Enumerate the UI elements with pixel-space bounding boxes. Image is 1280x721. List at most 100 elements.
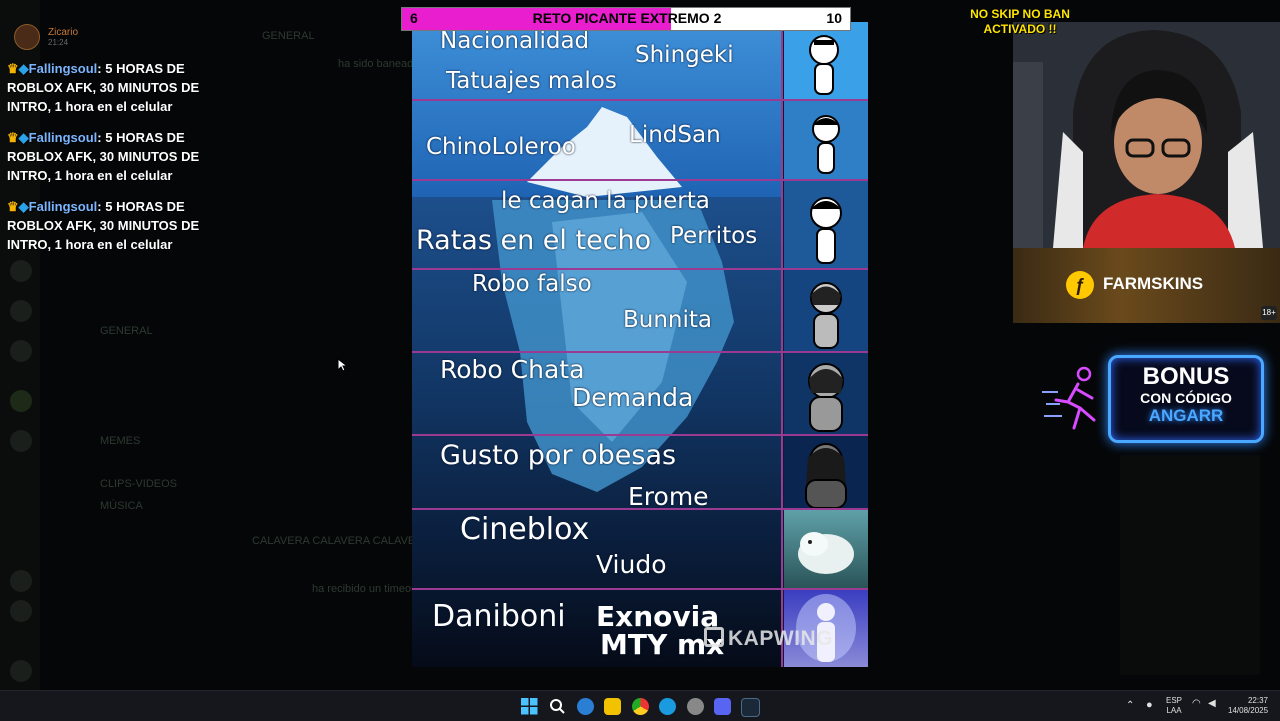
microphone-icon[interactable]: ● xyxy=(1146,700,1153,711)
tier-label: Shingeki xyxy=(635,42,734,68)
gem-icon: ◆ xyxy=(18,61,29,76)
server-icon[interactable] xyxy=(10,570,32,592)
wifi-icon[interactable]: ◠ xyxy=(1192,699,1201,709)
crown-icon: ♛ xyxy=(7,130,19,145)
bonus-code-banner: BONUS CON CÓDIGO ANGARR xyxy=(1108,355,1264,443)
tier-label: Daniboni xyxy=(432,599,566,634)
channel-name[interactable]: GENERAL xyxy=(100,325,153,337)
tier-label: Nacionalidad xyxy=(440,28,590,54)
obs-icon[interactable] xyxy=(687,698,704,715)
thumbnail-divider xyxy=(781,22,783,667)
tier-label: Robo falso xyxy=(472,271,592,297)
no-skip-line1: NO SKIP NO BAN xyxy=(970,7,1070,21)
chat-message-user: Fallingsoul xyxy=(28,130,98,145)
tier-label: Demanda xyxy=(572,383,694,412)
farmskins-banner: ƒ FARMSKINS 18+ xyxy=(1013,248,1280,323)
stick-figure-icon xyxy=(812,115,840,174)
beluga-icon xyxy=(798,532,854,574)
tier-label: Tatuajes malos xyxy=(446,68,617,94)
windows-start-icon[interactable] xyxy=(521,698,538,715)
tier-label: LindSan xyxy=(629,122,721,148)
edge-icon[interactable] xyxy=(659,698,676,715)
tier-thumbnail xyxy=(784,101,868,179)
tier-thumbnail xyxy=(784,436,868,509)
discord-icon[interactable] xyxy=(714,698,731,715)
file-explorer-icon[interactable] xyxy=(604,698,621,715)
tier-thumbnail xyxy=(784,510,868,588)
bonus-title: BONUS xyxy=(1142,363,1230,390)
tier-label: Ratas en el techo xyxy=(416,225,652,256)
challenge-current-number: 6 xyxy=(410,10,418,26)
challenge-total-number: 10 xyxy=(826,10,842,26)
age-rating-badge: 18+ xyxy=(1261,306,1277,320)
member-list xyxy=(1120,455,1260,675)
no-skip-banner: NO SKIP NO BAN ACTIVADO !! xyxy=(940,7,1100,37)
chat-message-ghost: ha sido baneado xyxy=(338,58,420,70)
stick-figure-icon xyxy=(810,197,842,264)
farmskins-logo-icon: ƒ xyxy=(1066,271,1094,299)
tier-label: le cagan la puerta xyxy=(501,188,710,214)
hairy-figure-icon xyxy=(808,363,844,432)
chat-message-user: Fallingsoul xyxy=(28,199,98,214)
challenge-title-bar: RETO PICANTE EXTREMO 2 6 10 xyxy=(401,7,851,31)
windows-taskbar: ⌃ ● ESP LAA ◠ ◀ 22:37 14/08/2025 xyxy=(0,690,1280,721)
kapwing-label: KAPWING xyxy=(728,627,833,650)
clock-time: 22:37 xyxy=(1247,696,1268,705)
tier-label: Erome xyxy=(628,482,709,511)
chat-message-user: Fallingsoul xyxy=(28,61,98,76)
crown-icon: ♛ xyxy=(7,199,19,214)
clock[interactable]: 22:37 14/08/2025 xyxy=(1228,696,1268,716)
tier-thumbnail xyxy=(784,270,868,351)
tier-thumbnail xyxy=(784,181,868,268)
chat-user-name: Zicario xyxy=(48,27,79,38)
tier-label: Perritos xyxy=(670,223,758,249)
keyboard-layout: LAA xyxy=(1166,706,1182,715)
tray-chevron-up-icon[interactable]: ⌃ xyxy=(1126,701,1134,711)
webcam-feed xyxy=(1013,22,1280,248)
stream-chat-overlay: Zicario 21:24 ♛◆Fallingsoul: 5 HORAS DE … xyxy=(0,18,225,268)
search-icon[interactable] xyxy=(549,698,566,715)
tier-label: Robo Chata xyxy=(440,355,585,384)
server-icon[interactable] xyxy=(10,430,32,452)
chat-message-ghost: ha recibido un timeout xyxy=(312,583,421,595)
chat-message: ♛◆Fallingsoul: 5 HORAS DE ROBLOX AFK, 30… xyxy=(7,59,222,116)
hairy-figure-icon xyxy=(810,282,842,349)
gem-icon: ◆ xyxy=(18,130,29,145)
channel-name[interactable]: MÚSICA xyxy=(100,500,143,512)
chat-header-user: Zicario 21:24 xyxy=(14,24,78,50)
steam-icon[interactable] xyxy=(741,698,760,717)
volume-icon[interactable]: ◀ xyxy=(1208,699,1216,709)
tier-label: Cineblox xyxy=(460,512,590,547)
crown-icon: ♛ xyxy=(7,61,19,76)
chat-user-time: 21:24 xyxy=(48,38,69,47)
tier-thumbnail xyxy=(784,22,868,99)
chat-message: ♛◆Fallingsoul: 5 HORAS DE ROBLOX AFK, 30… xyxy=(7,197,222,254)
no-skip-line2: ACTIVADO !! xyxy=(983,22,1057,36)
server-icon[interactable] xyxy=(10,340,32,362)
tier-label: Gusto por obesas xyxy=(440,440,677,471)
tier-thumbnail xyxy=(784,353,868,434)
language-code: ESP xyxy=(1166,696,1183,705)
copilot-icon[interactable] xyxy=(577,698,594,715)
gem-icon: ◆ xyxy=(18,199,29,214)
channel-name[interactable]: MEMES xyxy=(100,435,140,447)
bonus-code: ANGARR xyxy=(1148,406,1224,425)
running-man-icon xyxy=(1042,366,1096,430)
streamer-image xyxy=(1013,22,1280,248)
chat-message-ghost: CALAVERA CALAVERA CALAVERA xyxy=(252,535,431,547)
tier-label: Viudo xyxy=(596,550,667,579)
server-icon[interactable] xyxy=(10,390,32,412)
server-icon[interactable] xyxy=(10,300,32,322)
channel-name[interactable]: CLIPS-VIDEOS xyxy=(100,478,177,490)
server-icon[interactable] xyxy=(10,660,32,682)
tier-label: ChinoLoleroo xyxy=(426,134,576,160)
tier-label: Bunnita xyxy=(623,307,713,333)
server-icon[interactable] xyxy=(10,600,32,622)
bearded-figure-icon xyxy=(805,443,847,509)
kapwing-watermark: KAPWING xyxy=(704,627,854,655)
kapwing-logo-icon xyxy=(704,627,724,647)
chrome-icon[interactable] xyxy=(632,698,649,715)
farmskins-label: FARMSKINS xyxy=(1103,274,1204,293)
bonus-subtitle: CON CÓDIGO xyxy=(1140,390,1232,406)
language-indicator[interactable]: ESP LAA xyxy=(1166,696,1182,716)
